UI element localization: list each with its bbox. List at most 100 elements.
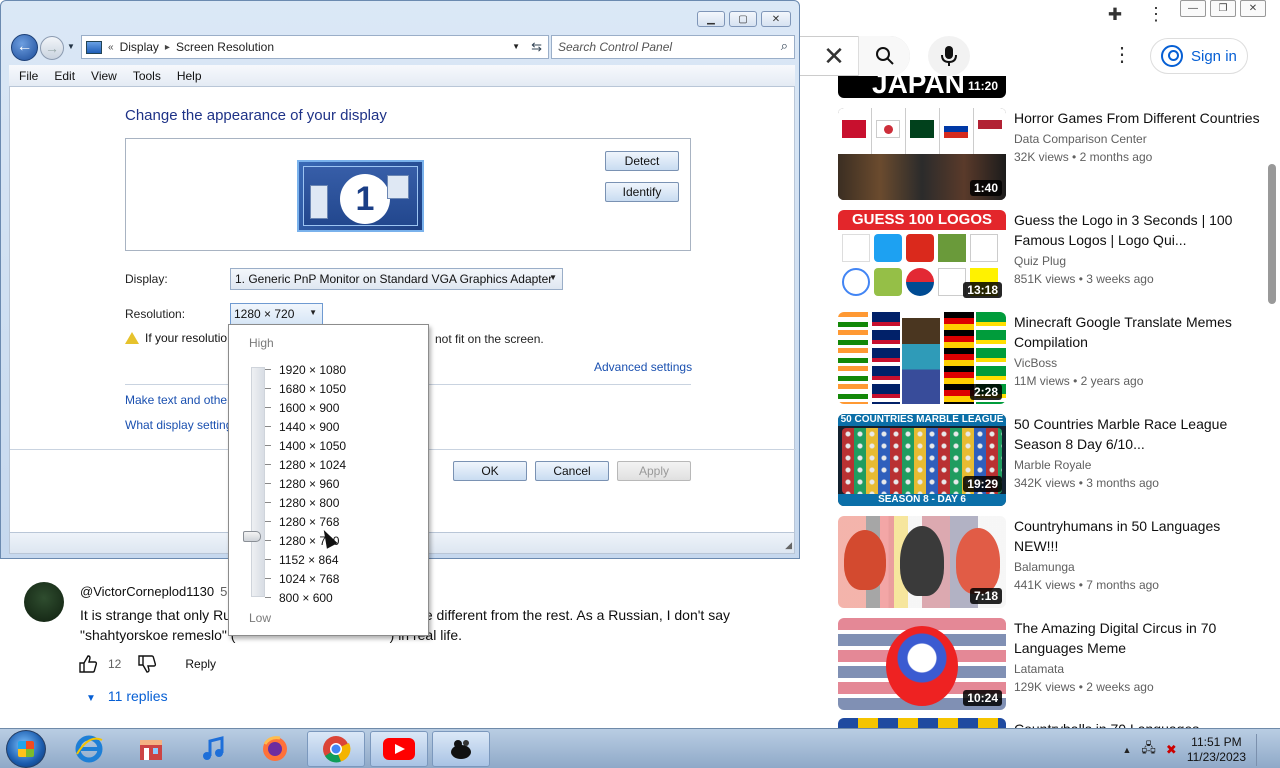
youtube-icon[interactable] (370, 731, 428, 767)
recent-pages-icon[interactable]: ▼ (67, 42, 77, 51)
apply-button[interactable]: Apply (617, 461, 691, 481)
detect-button[interactable]: Detect (605, 151, 679, 171)
video-thumbnail[interactable]: 10:24 (838, 618, 1006, 710)
volume-muted-icon[interactable]: ✖ (1166, 742, 1177, 758)
menu-edit[interactable]: Edit (46, 69, 83, 83)
refresh-icon[interactable]: ⇆ (531, 39, 542, 55)
channel-name[interactable]: Balamunga (1014, 560, 1264, 574)
video-item[interactable]: 50 COUNTRIES MARBLE LEAGUE SEASON 8 - DA… (838, 414, 1268, 506)
reply-button[interactable]: Reply (185, 657, 216, 671)
menu-file[interactable]: File (11, 69, 46, 83)
breadcrumb-display[interactable]: Display (120, 40, 159, 54)
scrollbar[interactable] (1268, 164, 1276, 304)
avatar[interactable] (24, 582, 64, 622)
video-title[interactable]: The Amazing Digital Circus in 70 Languag… (1014, 618, 1264, 658)
video-title[interactable]: 50 Countries Marble Race League Season 8… (1014, 414, 1264, 454)
channel-name[interactable]: Data Comparison Center (1014, 132, 1264, 146)
video-thumbnail[interactable]: 50 COUNTRIES MARBLE LEAGUE SEASON 8 - DA… (838, 414, 1006, 506)
video-title[interactable]: Minecraft Google Translate Memes Compila… (1014, 312, 1264, 352)
resolution-option[interactable]: 1280 × 1024 (279, 456, 346, 475)
video-item[interactable]: 1:40 Horror Games From Different Countri… (838, 108, 1268, 200)
breadcrumb-screen-resolution[interactable]: Screen Resolution (176, 40, 274, 54)
thumbs-down-icon[interactable] (137, 654, 157, 674)
menu-view[interactable]: View (83, 69, 125, 83)
resolution-option[interactable]: 1400 × 1050 (279, 437, 346, 456)
resolution-select[interactable]: 1280 × 720 ▼ (230, 303, 323, 325)
resolution-option[interactable]: 1024 × 768 (279, 570, 346, 589)
display-settings-link[interactable]: What display setting (125, 418, 232, 432)
voice-search-button[interactable] (928, 36, 970, 76)
menu-tools[interactable]: Tools (125, 69, 169, 83)
video-item[interactable]: 10:24 The Amazing Digital Circus in 70 L… (838, 618, 1268, 710)
resolution-option[interactable]: 800 × 600 (279, 589, 346, 608)
video-title[interactable]: Horror Games From Different Countries (1014, 108, 1264, 128)
resolution-option[interactable]: 1280 × 768 (279, 513, 346, 532)
partial-thumbnail[interactable] (838, 718, 1006, 728)
forward-button[interactable]: → (40, 36, 64, 60)
video-item[interactable]: GUESS 100 LOGOS 13:18 Guess the Logo in … (838, 210, 1268, 302)
channel-name[interactable]: Quiz Plug (1014, 254, 1264, 268)
resolution-option[interactable]: 1680 × 1050 (279, 380, 346, 399)
maximize-button[interactable]: ❐ (1210, 0, 1236, 17)
search-button[interactable] (858, 36, 910, 76)
display-select[interactable]: 1. Generic PnP Monitor on Standard VGA G… (230, 268, 563, 290)
video-title[interactable]: Countryballs in 70 Languages (1014, 719, 1199, 728)
minimize-button[interactable]: — (1180, 0, 1206, 17)
close-button[interactable]: ✕ (761, 11, 791, 27)
video-item[interactable]: 2:28 Minecraft Google Translate Memes Co… (838, 312, 1268, 404)
video-item[interactable]: 7:18 Countryhumans in 50 Languages NEW!!… (838, 516, 1268, 608)
cancel-button[interactable]: Cancel (535, 461, 609, 481)
settings-menu-icon[interactable]: ⋮ (1112, 44, 1132, 68)
browser-menu-icon[interactable]: ⋮ (1146, 4, 1166, 26)
chrome-icon[interactable] (307, 731, 365, 767)
show-desktop-button[interactable] (1256, 734, 1268, 766)
address-bar[interactable]: « Display ▸ Screen Resolution ▼ ⇆ (81, 35, 549, 59)
resolution-option[interactable]: 1440 × 900 (279, 418, 346, 437)
resolution-option[interactable]: 1280 × 960 (279, 475, 346, 494)
make-text-larger-link[interactable]: Make text and other (125, 393, 231, 407)
thumbs-up-icon[interactable] (78, 654, 98, 674)
channel-name[interactable]: Latamata (1014, 662, 1264, 676)
video-thumbnail[interactable]: 2:28 (838, 312, 1006, 404)
ok-button[interactable]: OK (453, 461, 527, 481)
clock[interactable]: 11:51 PM 11/23/2023 (1187, 735, 1246, 765)
network-icon[interactable]: 🖧 (1141, 739, 1156, 761)
video-thumbnail[interactable]: 7:18 (838, 516, 1006, 608)
start-button[interactable] (6, 730, 46, 768)
app-icon[interactable] (432, 731, 490, 767)
show-hidden-icons-icon[interactable]: ▲ (1123, 745, 1132, 755)
partial-thumbnail[interactable]: JAPAN 11:20 (838, 76, 1006, 98)
internet-explorer-icon[interactable] (60, 731, 118, 767)
back-button[interactable]: ← (11, 34, 38, 61)
search-icon[interactable]: ⌕ (781, 38, 788, 54)
identify-button[interactable]: Identify (605, 182, 679, 202)
resolution-option[interactable]: 1600 × 900 (279, 399, 346, 418)
video-thumbnail[interactable]: 1:40 (838, 108, 1006, 200)
channel-name[interactable]: VicBoss (1014, 356, 1264, 370)
search-input[interactable]: Search Control Panel ⌕ (551, 35, 795, 59)
resolution-slider-track[interactable] (251, 367, 265, 597)
itunes-icon[interactable] (184, 731, 242, 767)
resolution-option[interactable]: 1152 × 864 (279, 551, 346, 570)
chevron-down-icon[interactable]: ▼ (512, 42, 520, 51)
resolution-option[interactable]: 1280 × 800 (279, 494, 346, 513)
close-button[interactable]: ✕ (1240, 0, 1266, 17)
firefox-icon[interactable] (246, 731, 304, 767)
comment-author[interactable]: @VictorCorneplod1130 5 (80, 584, 227, 599)
clear-search-icon[interactable]: ✕ (818, 43, 850, 69)
advanced-settings-link[interactable]: Advanced settings (594, 360, 692, 374)
resize-grip-icon[interactable]: ◢ (785, 540, 792, 551)
puzzle-icon[interactable]: ✚ (1104, 4, 1126, 26)
minimize-button[interactable]: ▁ (697, 11, 725, 27)
resolution-option[interactable]: 1920 × 1080 (279, 361, 346, 380)
monitor-icon[interactable]: 1 (297, 160, 424, 232)
view-replies-button[interactable]: ▼ 11 replies (86, 688, 168, 704)
maximize-button[interactable]: ▢ (729, 11, 757, 27)
video-thumbnail[interactable]: GUESS 100 LOGOS 13:18 (838, 210, 1006, 302)
menu-help[interactable]: Help (169, 69, 210, 83)
video-title[interactable]: Guess the Logo in 3 Seconds | 100 Famous… (1014, 210, 1264, 250)
channel-name[interactable]: Marble Royale (1014, 458, 1264, 472)
store-icon[interactable] (122, 731, 180, 767)
resolution-slider-thumb[interactable] (243, 531, 261, 542)
sign-in-button[interactable]: Sign in (1150, 38, 1248, 74)
